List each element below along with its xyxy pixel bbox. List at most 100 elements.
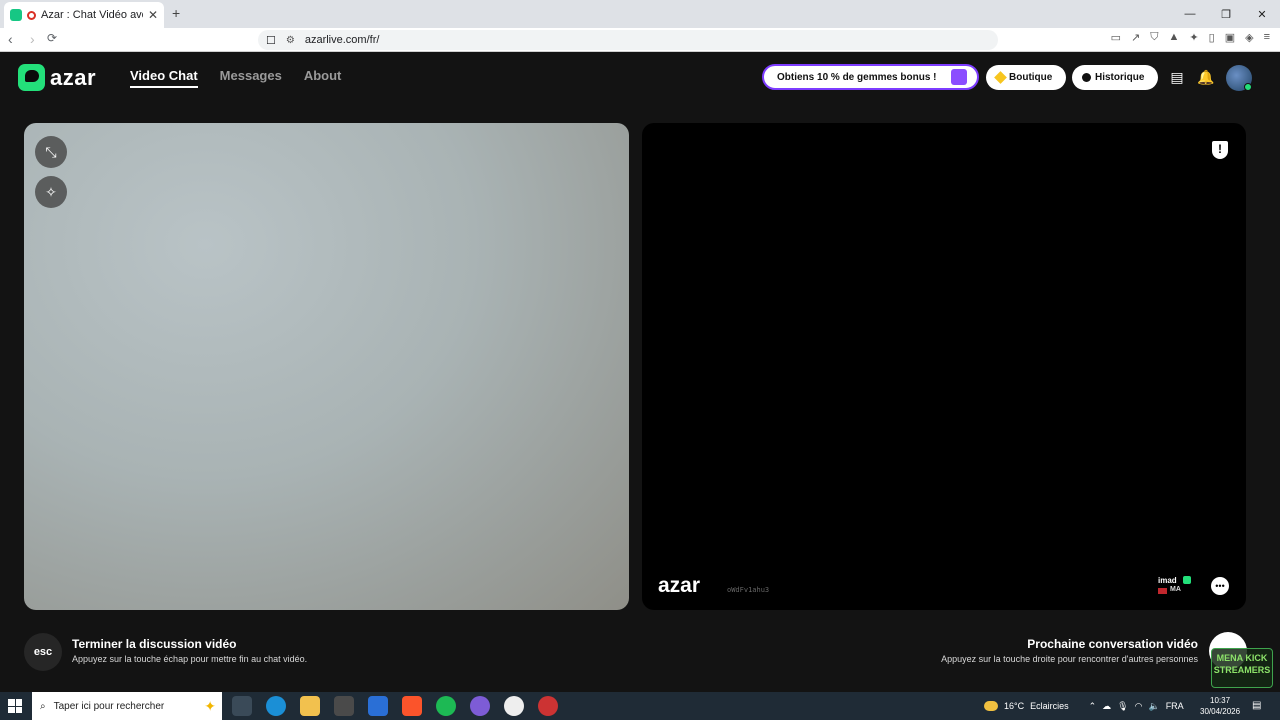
microphone-icon[interactable]: 🎙 — [1117, 701, 1128, 712]
online-status-dot — [1244, 83, 1252, 91]
search-icon: ⌕ — [40, 700, 46, 712]
volume-icon[interactable]: 🔈 — [1148, 701, 1159, 712]
windows-taskbar: ⌕ Taper ici pour rechercher ✦ 16°C Eclai… — [0, 692, 1280, 720]
taskbar-clock[interactable]: 10:37 30/04/2026 — [1200, 695, 1240, 717]
effects-button[interactable]: ✧ — [35, 176, 67, 208]
share-icon[interactable]: ↗ — [1131, 31, 1140, 44]
reload-icon[interactable]: ⟳ — [47, 31, 57, 45]
browser-toolbar: ‹ › ⟳ ☐ ⚙ azarlive.com/fr/ ▭ ↗ ⛉ ▲ ✦ ▯ ▣… — [0, 28, 1280, 52]
back-icon[interactable]: ‹ — [8, 31, 13, 47]
gift-icon — [951, 69, 967, 85]
azar-favicon-icon — [10, 9, 22, 21]
gem-bonus-promo[interactable]: Obtiens 10 % de gemmes bonus ! — [762, 64, 979, 90]
microsoft-store-icon[interactable] — [334, 696, 354, 716]
taskbar-apps — [232, 696, 558, 716]
browser-tab[interactable]: Azar : Chat Vidéo avec de no ✕ — [4, 2, 164, 28]
tab-title: Azar : Chat Vidéo avec de no — [41, 9, 143, 21]
recorder-icon[interactable] — [538, 696, 558, 716]
close-tab-icon[interactable]: ✕ — [148, 8, 158, 22]
wallet-icon[interactable]: ▣ — [1225, 31, 1235, 44]
azar-logo-icon — [18, 64, 45, 91]
brave-icon[interactable] — [402, 696, 422, 716]
peer-country: MA — [1170, 586, 1181, 593]
extensions-icon[interactable]: ✦ — [1189, 31, 1198, 44]
close-window-button[interactable]: ✕ — [1244, 0, 1280, 28]
tray-chevron-icon[interactable]: ⌃ — [1089, 701, 1097, 712]
clock-date: 30/04/2026 — [1200, 707, 1241, 716]
resize-video-button[interactable]: ⤡ — [35, 136, 67, 168]
logo-text: azar — [50, 64, 97, 90]
overlay-line-2: STREAMERS — [1213, 665, 1271, 675]
discord-icon[interactable] — [470, 696, 490, 716]
weather-temp[interactable]: 16°C — [1004, 701, 1024, 711]
shop-button[interactable]: Boutique — [986, 65, 1066, 90]
url-text[interactable]: azarlive.com/fr/ — [305, 34, 380, 46]
network-icon[interactable]: ☁ — [1102, 701, 1111, 712]
report-shield-icon[interactable]: ! — [1212, 141, 1228, 159]
file-explorer-icon[interactable] — [300, 696, 320, 716]
spotify-icon[interactable] — [436, 696, 456, 716]
end-chat-button[interactable]: esc — [24, 633, 62, 671]
search-placeholder: Taper ici pour rechercher — [53, 700, 165, 712]
browser-extension-icons: ▭ ↗ ⛉ ▲ ✦ ▯ ▣ ◈ ≡ — [1111, 31, 1270, 44]
resize-icon: ⤡ — [45, 143, 57, 160]
main-nav: Video Chat Messages About — [130, 68, 341, 88]
shop-label: Boutique — [1009, 72, 1053, 83]
history-label: Historique — [1095, 72, 1145, 83]
chat-bubble-icon: ••• — [1215, 581, 1225, 591]
windows-start-icon[interactable] — [8, 699, 22, 713]
taskbar-search[interactable]: ⌕ Taper ici pour rechercher ✦ — [32, 692, 222, 720]
notification-icon[interactable]: ▤ — [1252, 700, 1261, 711]
nav-messages[interactable]: Messages — [220, 68, 282, 88]
mena-kick-streamers-overlay: MENA KICK STREAMERS — [1211, 648, 1273, 688]
esc-key-label: esc — [33, 646, 53, 658]
sidebar-icon[interactable]: ▯ — [1209, 31, 1215, 44]
restore-button[interactable]: ❐ — [1208, 0, 1244, 28]
weather-icon[interactable] — [984, 701, 998, 711]
bookmark-icon[interactable]: ☐ — [266, 34, 276, 47]
nav-about[interactable]: About — [304, 68, 342, 88]
remote-video-view: ! azar oWdFv1ahu3 imad MA ••• — [642, 123, 1246, 610]
minimize-button[interactable]: — — [1172, 0, 1208, 28]
wifi-icon[interactable]: ◠ — [1135, 701, 1143, 712]
window-controls: — ❐ ✕ — [1172, 0, 1280, 28]
rewards-icon[interactable]: ▲ — [1169, 31, 1180, 44]
edge-icon[interactable] — [266, 696, 286, 716]
magic-wand-icon: ✧ — [45, 183, 57, 200]
outlook-icon[interactable] — [368, 696, 388, 716]
bell-icon[interactable]: 🔔 — [1197, 69, 1215, 87]
gem-icon — [994, 71, 1007, 84]
flag-icon — [1158, 588, 1167, 594]
end-chat-subtitle: Appuyez sur la touche échap pour mettre … — [72, 654, 308, 664]
task-view-icon[interactable] — [232, 696, 252, 716]
obs-icon[interactable] — [504, 696, 524, 716]
weather-text[interactable]: Eclaircies — [1030, 701, 1069, 711]
language-indicator[interactable]: FRA — [1166, 701, 1184, 711]
copilot-sparkle-icon: ✦ — [204, 697, 216, 714]
next-chat-title: Prochaine conversation vidéo — [1027, 637, 1198, 651]
verified-badge-icon — [1183, 576, 1191, 584]
address-bar[interactable]: ☐ ⚙ azarlive.com/fr/ — [258, 30, 998, 50]
forward-icon[interactable]: › — [30, 31, 35, 47]
browser-tab-bar: Azar : Chat Vidéo avec de no ✕ + — ❐ ✕ — [0, 0, 1280, 28]
peer-name: imad — [1158, 576, 1177, 585]
vpn-icon[interactable]: ◈ — [1245, 31, 1253, 44]
recording-icon — [27, 10, 36, 20]
azar-page: azar Video Chat Messages About Obtiens 1… — [0, 52, 1280, 692]
chat-button[interactable]: ••• — [1211, 577, 1229, 595]
brave-shield-icon[interactable]: ⛉ — [1150, 31, 1158, 44]
system-tray: 16°C Eclaircies ⌃ ☁ 🎙 ◠ 🔈 FRA — [984, 692, 1184, 720]
end-chat-title: Terminer la discussion vidéo — [72, 637, 237, 651]
clock-time: 10:37 — [1210, 696, 1231, 705]
azar-logo[interactable]: azar — [18, 64, 96, 91]
watermark-id: oWdFv1ahu3 — [727, 586, 770, 594]
inbox-icon[interactable]: ▤ — [1168, 69, 1186, 87]
site-settings-icon[interactable]: ⚙ — [286, 35, 295, 46]
menu-icon[interactable]: ≡ — [1264, 31, 1270, 44]
new-tab-button[interactable]: + — [172, 5, 180, 21]
nav-video-chat[interactable]: Video Chat — [130, 68, 198, 88]
cast-icon[interactable]: ▭ — [1111, 31, 1121, 44]
history-button[interactable]: Historique — [1072, 65, 1158, 90]
next-chat-subtitle: Appuyez sur la touche droite pour rencon… — [941, 654, 1198, 664]
overlay-line-1: MENA KICK — [1216, 653, 1268, 663]
